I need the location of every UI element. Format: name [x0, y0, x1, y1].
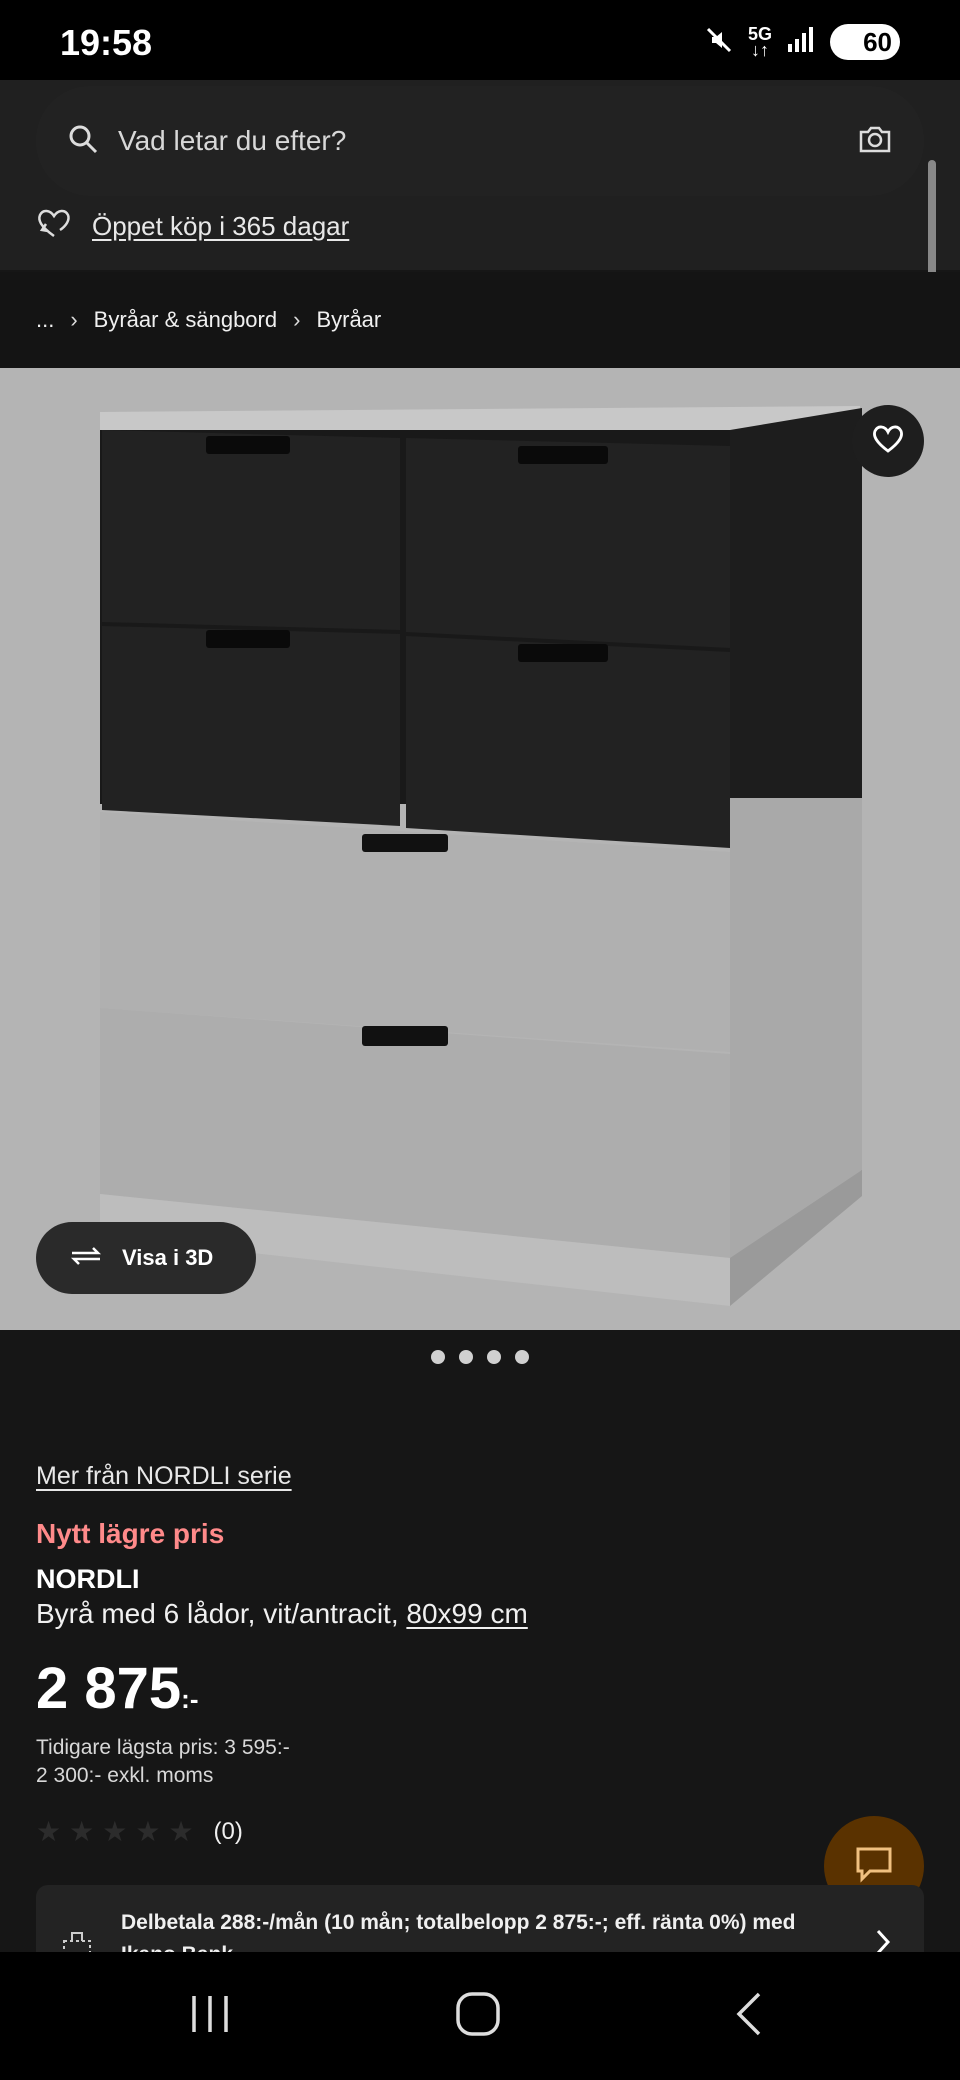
status-time: 19:58 [60, 22, 153, 63]
product-name: NORDLI [36, 1564, 140, 1594]
star-icon: ★ [102, 1816, 128, 1847]
product-description: Byrå med 6 lådor, vit/antracit, 80x99 cm [36, 1598, 528, 1630]
view-3d-label: Visa i 3D [122, 1245, 214, 1270]
5g-icon: 5G ↓↑ [747, 24, 772, 60]
carousel-dots [0, 1350, 960, 1364]
size-link[interactable]: 80x99 cm [406, 1598, 527, 1629]
price-value: 2 875 [36, 1656, 182, 1721]
return-policy-text: Öppet köp i 365 dagar [92, 211, 350, 241]
price: 2 875:- [36, 1655, 198, 1722]
search-input[interactable]: Vad letar du efter? [36, 86, 924, 196]
heart-icon [871, 424, 905, 459]
recent-apps-button[interactable] [170, 1988, 250, 2044]
price-tag: Nytt lägre pris [36, 1518, 225, 1549]
breadcrumb: ... › Byråar & sängbord › Byråar [0, 272, 960, 368]
return-heart-icon [36, 208, 72, 245]
rotate-icon [68, 1243, 104, 1274]
breadcrumb-dressers-nightstands[interactable]: Byråar & sängbord [94, 307, 277, 333]
price-ex-vat: 2 300:- exkl. moms [36, 1764, 214, 1787]
return-policy-link[interactable]: Öppet köp i 365 dagar [36, 208, 349, 245]
star-icon: ★ [69, 1816, 95, 1847]
search-placeholder: Vad letar du efter? [118, 125, 347, 156]
star-icon: ★ [168, 1816, 194, 1847]
carousel-dot[interactable] [459, 1350, 473, 1364]
breadcrumb-separator: › [293, 307, 301, 332]
rating[interactable]: ★ ★ ★ ★ ★ (0) [36, 1818, 243, 1846]
signal-icon [786, 26, 816, 59]
product-image[interactable] [0, 368, 960, 1330]
carousel-dot[interactable] [487, 1350, 501, 1364]
carousel-dot[interactable] [515, 1350, 529, 1364]
rating-count: (0) [213, 1818, 243, 1845]
mute-icon [704, 25, 734, 60]
star-icon: ★ [36, 1816, 62, 1847]
series-link[interactable]: Mer från NORDLI serie [36, 1462, 292, 1491]
back-icon [733, 1991, 763, 2042]
back-button[interactable] [708, 1988, 788, 2044]
breadcrumb-separator: › [70, 307, 78, 332]
home-icon [455, 1991, 501, 2042]
recent-apps-icon [188, 1992, 232, 2041]
breadcrumb-ellipsis[interactable]: ... [36, 307, 54, 333]
dresser-illustration [100, 406, 862, 1306]
favorite-button[interactable] [852, 405, 924, 477]
home-button[interactable] [438, 1988, 518, 2044]
status-bar: 19:58 5G ↓↑ 60 [0, 0, 960, 80]
previous-price: Tidigare lägsta pris: 3 595:- [36, 1736, 290, 1759]
status-icons: 5G ↓↑ 60 [704, 24, 900, 60]
battery-icon: 60 [830, 24, 900, 60]
camera-icon[interactable] [858, 124, 892, 159]
chat-icon [854, 1845, 894, 1888]
price-suffix: :- [181, 1684, 199, 1714]
navigation-bar [0, 1952, 960, 2080]
view-3d-button[interactable]: Visa i 3D [36, 1222, 256, 1294]
search-icon [68, 124, 98, 159]
star-icon: ★ [135, 1816, 161, 1847]
carousel-dot[interactable] [431, 1350, 445, 1364]
search-area: Vad letar du efter? Öppet köp i 365 daga… [0, 80, 960, 270]
breadcrumb-dressers[interactable]: Byråar [316, 307, 381, 333]
product-description-text: Byrå med 6 lådor, vit/antracit, [36, 1598, 407, 1629]
